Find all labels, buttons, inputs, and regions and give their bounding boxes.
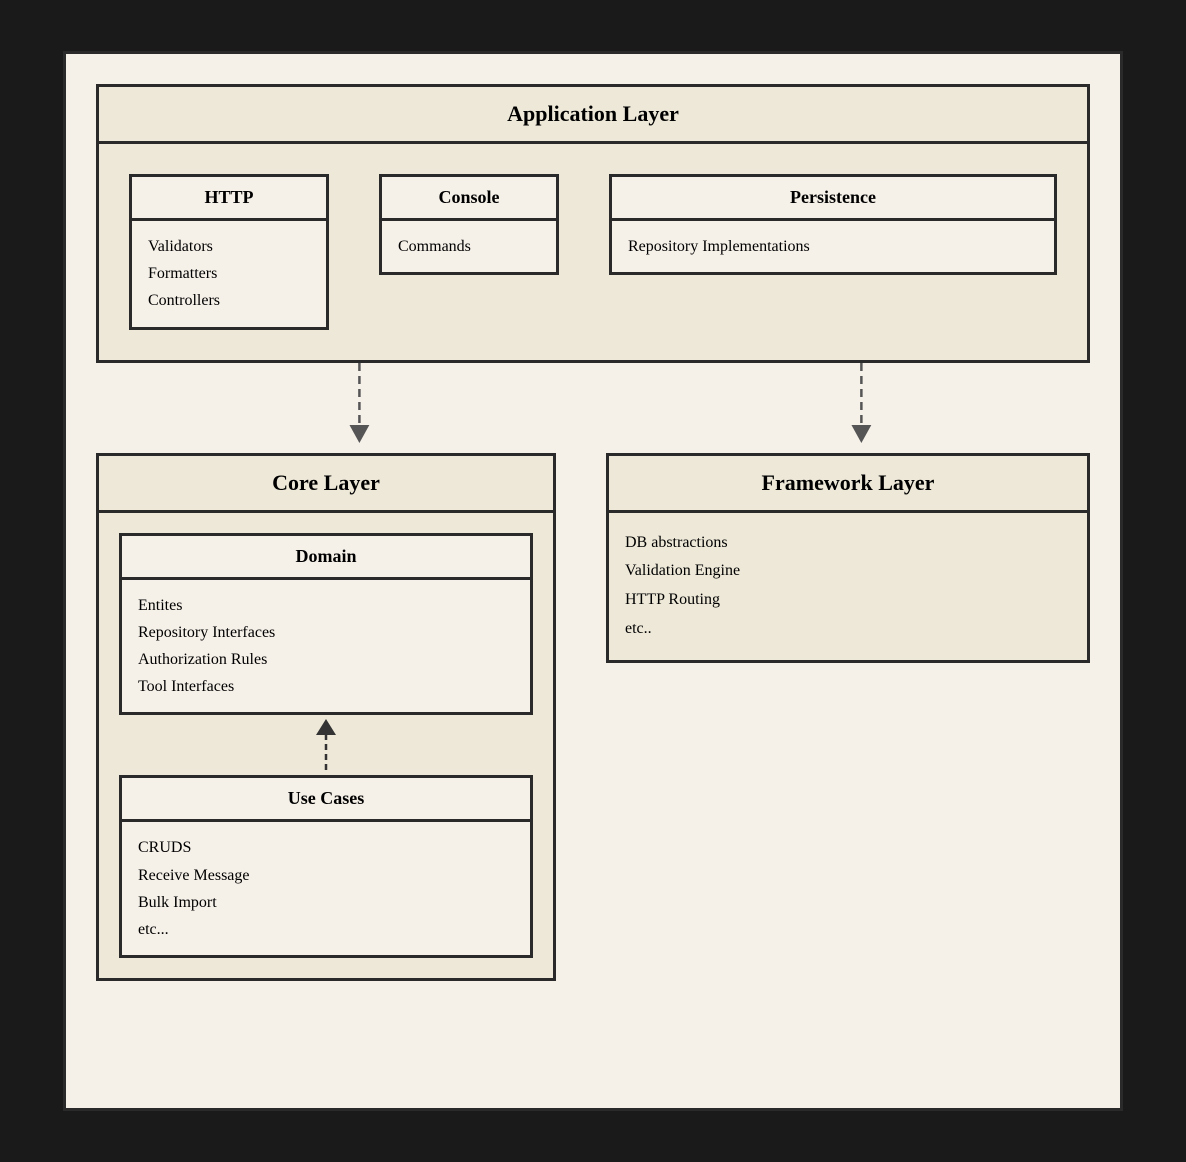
http-title: HTTP [132, 177, 326, 221]
console-title: Console [382, 177, 556, 221]
application-layer: Application Layer HTTP Validators Format… [96, 84, 1090, 363]
core-layer: Core Layer Domain Entites Repository Int… [96, 453, 556, 982]
http-item-2: Formatters [148, 260, 310, 287]
framework-layer: Framework Layer DB abstractions Validati… [606, 453, 1090, 663]
use-cases-item-1: CRUDS [138, 834, 514, 861]
core-inner: Domain Entites Repository Interfaces Aut… [99, 513, 553, 979]
core-layer-title: Core Layer [99, 456, 553, 513]
domain-item-3: Authorization Rules [138, 646, 514, 673]
arrows-svg [96, 363, 1090, 453]
domain-title: Domain [122, 536, 530, 580]
http-content: Validators Formatters Controllers [132, 221, 326, 327]
http-item-1: Validators [148, 233, 310, 260]
framework-item-3: HTTP Routing [625, 586, 1071, 615]
application-layer-title: Application Layer [99, 87, 1087, 144]
framework-layer-title: Framework Layer [609, 456, 1087, 513]
persistence-title: Persistence [612, 177, 1054, 221]
console-box: Console Commands [379, 174, 559, 275]
application-inner: HTTP Validators Formatters Controllers C… [99, 144, 1087, 360]
bottom-row: Core Layer Domain Entites Repository Int… [96, 453, 1090, 982]
inner-arrow-container [119, 715, 533, 775]
domain-box: Domain Entites Repository Interfaces Aut… [119, 533, 533, 716]
domain-item-2: Repository Interfaces [138, 619, 514, 646]
persistence-box: Persistence Repository Implementations [609, 174, 1057, 275]
domain-content: Entites Repository Interfaces Authorizat… [122, 580, 530, 713]
domain-item-4: Tool Interfaces [138, 673, 514, 700]
use-cases-title: Use Cases [122, 778, 530, 822]
use-cases-content: CRUDS Receive Message Bulk Import etc... [122, 822, 530, 955]
persistence-content: Repository Implementations [612, 221, 1054, 272]
arrows-row [96, 363, 1090, 453]
use-cases-item-4: etc... [138, 916, 514, 943]
inner-arrow-svg [296, 715, 356, 775]
http-box: HTTP Validators Formatters Controllers [129, 174, 329, 330]
http-item-3: Controllers [148, 287, 310, 314]
domain-item-1: Entites [138, 592, 514, 619]
use-cases-item-2: Receive Message [138, 862, 514, 889]
framework-item-2: Validation Engine [625, 557, 1071, 586]
console-item-1: Commands [398, 233, 540, 260]
framework-item-4: etc.. [625, 615, 1071, 644]
diagram-container: Application Layer HTTP Validators Format… [63, 51, 1123, 1111]
use-cases-item-3: Bulk Import [138, 889, 514, 916]
use-cases-box: Use Cases CRUDS Receive Message Bulk Imp… [119, 775, 533, 958]
framework-content: DB abstractions Validation Engine HTTP R… [609, 513, 1087, 660]
persistence-item-1: Repository Implementations [628, 233, 1038, 260]
framework-item-1: DB abstractions [625, 529, 1071, 558]
console-content: Commands [382, 221, 556, 272]
